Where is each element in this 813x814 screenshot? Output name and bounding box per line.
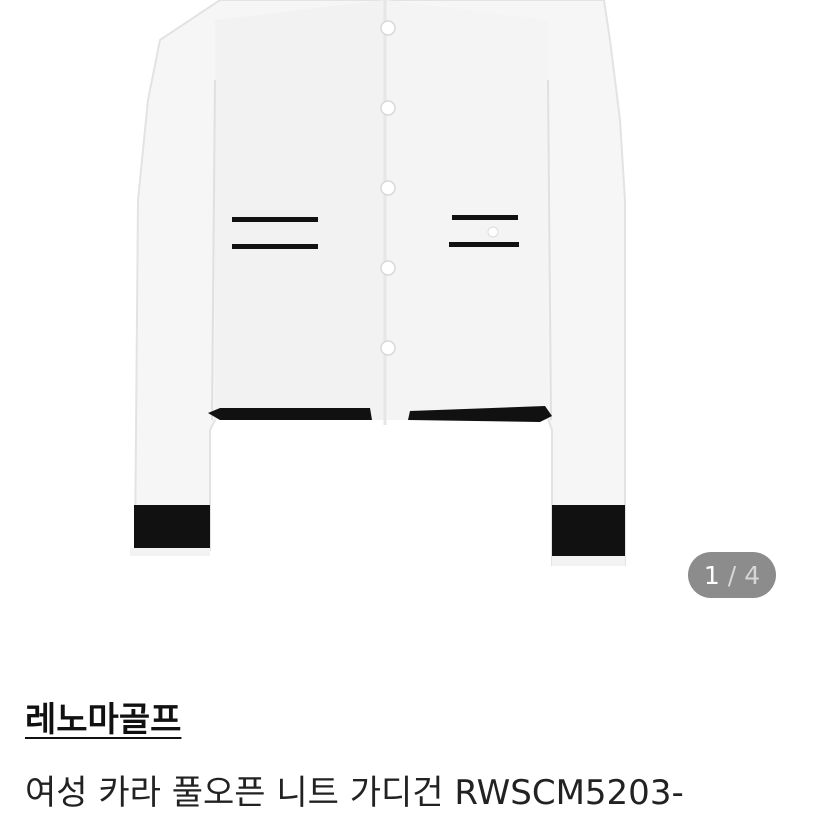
total-pages: 4 [744, 560, 761, 590]
page-separator: / [727, 560, 737, 590]
product-info: 레노마골프 여성 카라 풀오픈 니트 가디건 RWSCM5203- [0, 640, 813, 813]
product-title: 여성 카라 풀오픈 니트 가디건 RWSCM5203- [25, 773, 684, 813]
product-image[interactable]: 1 / 4 [0, 0, 813, 640]
current-page: 1 [703, 560, 720, 590]
brand-link[interactable]: 레노마골프 [25, 692, 181, 741]
image-page-indicator: 1 / 4 [688, 552, 776, 598]
cardigan-illustration [130, 0, 626, 566]
